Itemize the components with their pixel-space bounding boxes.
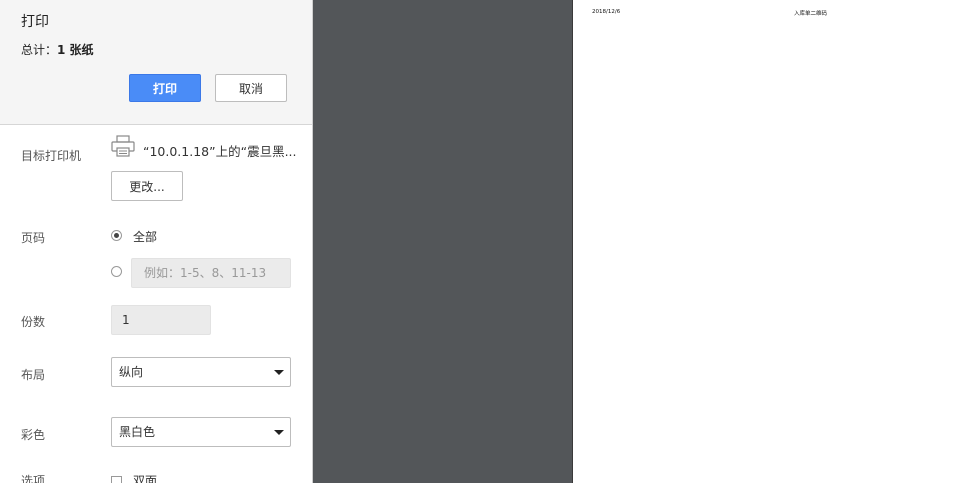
chevron-down-icon <box>274 430 284 435</box>
print-settings-sidebar: 打印 总计：1 张纸 打印 取消 目标打印机 “10.0.1.18”上的“震旦黑… <box>0 0 313 483</box>
pages-custom-input[interactable]: 例如：1-5、8、11-13 <box>131 258 291 288</box>
change-printer-button[interactable]: 更改... <box>111 171 183 201</box>
copies-label: 份数 <box>21 315 46 329</box>
chevron-down-icon <box>274 370 284 375</box>
print-button[interactable]: 打印 <box>129 74 201 102</box>
pages-custom-radio[interactable] <box>111 266 122 277</box>
dialog-title: 打印 <box>21 14 49 30</box>
sheet-total: 总计：1 张纸 <box>21 41 94 58</box>
color-label: 彩色 <box>21 428 46 442</box>
total-value: 1 张纸 <box>57 43 94 57</box>
printer-name: “10.0.1.18”上的“震旦黑... <box>143 144 297 159</box>
total-label: 总计： <box>21 43 58 57</box>
printer-icon <box>111 135 135 157</box>
layout-select[interactable]: 纵向 <box>111 357 291 387</box>
layout-value: 纵向 <box>119 365 144 379</box>
preview-page: 2018/12/6 入库单二维码 <box>572 0 980 483</box>
pages-label: 页码 <box>21 231 46 245</box>
pages-all-label: 全部 <box>133 230 158 244</box>
page-header-title: 入库单二维码 <box>794 11 828 17</box>
color-value: 黑白色 <box>119 425 156 439</box>
print-header: 打印 总计：1 张纸 打印 取消 <box>0 0 312 125</box>
layout-label: 布局 <box>21 368 46 382</box>
destination-label: 目标打印机 <box>21 149 82 163</box>
pages-all-radio[interactable] <box>111 230 122 241</box>
options-label: 选项 <box>21 474 46 483</box>
page-header-date: 2018/12/6 <box>592 9 621 15</box>
color-select[interactable]: 黑白色 <box>111 417 291 447</box>
cancel-button[interactable]: 取消 <box>215 74 287 102</box>
duplex-label: 双面 <box>133 474 158 483</box>
duplex-checkbox[interactable] <box>111 476 122 483</box>
copies-input[interactable]: 1 <box>111 305 211 335</box>
